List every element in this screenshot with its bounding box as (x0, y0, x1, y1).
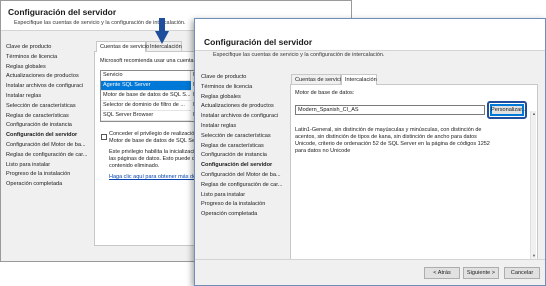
back-step-item[interactable]: Configuración del Motor de ba... (6, 141, 94, 151)
back-step-item[interactable]: Selección de características (6, 102, 94, 112)
service-row[interactable]: Motor de base de datos de SQL S... (101, 91, 191, 101)
front-tab-panel: Motor de base de datos: Modern_Spanish_C… (290, 84, 538, 260)
back-tab-service-accounts[interactable]: Cuentas de servicio (96, 41, 149, 52)
back-step-item[interactable]: Clave de producto (6, 43, 94, 53)
back-step-item[interactable]: Reglas globales (6, 63, 94, 73)
collation-desc-line1: Latin1-General, sin distinción de mayúsc… (295, 127, 482, 133)
collation-scrollbar[interactable]: ▲ ▼ (530, 111, 536, 259)
back-step-item[interactable]: Listo para instalar (6, 161, 94, 171)
front-step-item[interactable]: Reglas globales (201, 93, 289, 103)
scroll-up-icon[interactable]: ▲ (531, 111, 537, 117)
service-row[interactable]: SQL Server Browser (101, 111, 191, 121)
front-tab-collation[interactable]: Intercalación (341, 74, 377, 85)
service-row-selected[interactable]: Agente SQL Server (101, 81, 191, 91)
back-step-item[interactable]: Instalar archivos de configuraci (6, 82, 94, 92)
front-step-item[interactable]: Operación completada (201, 210, 289, 220)
back-step-item[interactable]: Operación completada (6, 180, 94, 190)
down-arrow-icon (155, 18, 169, 44)
front-step-item[interactable]: Configuración de instancia (201, 151, 289, 161)
front-tab-service-accounts[interactable]: Cuentas de servicio (291, 74, 344, 84)
front-step-item[interactable]: Instalar archivos de configuraci (201, 112, 289, 122)
privilege-desc-line1: Este privilegio habilita la inicializaci… (109, 149, 201, 155)
front-step-item[interactable]: Selección de características (201, 132, 289, 142)
services-table-header[interactable]: Servicio (101, 71, 191, 81)
front-step-item[interactable]: Actualizaciones de productos (201, 102, 289, 112)
front-page-subtitle: Especifique las cuentas de servicio y la… (213, 52, 385, 58)
front-step-item[interactable]: Listo para instalar (201, 191, 289, 201)
front-step-item[interactable]: Configuración del Motor de ba... (201, 171, 289, 181)
collation-value-field: Modern_Spanish_CI_AS (295, 105, 485, 115)
back-step-item[interactable]: Instalar reglas (6, 92, 94, 102)
next-button[interactable]: Siguiente > (463, 267, 499, 279)
back-step-item[interactable]: Configuración de instancia (6, 121, 94, 131)
privilege-label-line1[interactable]: Conceder el privilegio de realización (109, 131, 197, 138)
back-step-item-current[interactable]: Configuración del servidor (6, 131, 94, 141)
back-step-item[interactable]: Reglas de configuración de car... (6, 151, 94, 161)
service-row[interactable]: Selector de dominio de filtro de ... (101, 101, 191, 111)
front-page-title: Configuración del servidor (204, 37, 313, 47)
back-step-item[interactable]: Términos de licencia (6, 53, 94, 63)
front-step-item[interactable]: Progreso de la instalación (201, 200, 289, 210)
back-steps-list: Clave de producto Términos de licencia R… (6, 43, 94, 190)
front-footer: < Atrás Siguiente > Cancelar (195, 259, 545, 285)
db-engine-label: Motor de base de datos: (295, 90, 355, 96)
cancel-button[interactable]: Cancelar (504, 267, 540, 279)
back-step-item[interactable]: Progreso de la instalación (6, 170, 94, 180)
collation-desc-line3: Unicode, criterio de ordenación 52 de SQ… (295, 141, 490, 147)
collation-desc-line2: acentos, sin distinción de tipos de kana… (295, 134, 477, 140)
front-step-item[interactable]: Reglas de configuración de car... (201, 181, 289, 191)
collation-desc-line4: para datos no Unicode (295, 148, 351, 154)
front-setup-window: Configuración del servidor Especifique l… (194, 18, 546, 286)
help-link[interactable]: Haga clic aquí para obtener más deta (109, 174, 201, 181)
back-button[interactable]: < Atrás (424, 267, 460, 279)
privilege-label-line2[interactable]: Motor de base de datos de SQL Server (109, 138, 205, 145)
front-steps-list: Clave de producto Términos de licencia R… (201, 73, 289, 220)
front-step-item[interactable]: Términos de licencia (201, 83, 289, 93)
privilege-desc-line3: contenido eliminado. (109, 163, 160, 169)
back-recommend-text: Microsoft recomienda usar una cuenta (100, 58, 194, 64)
front-step-item[interactable]: Reglas de características (201, 142, 289, 152)
front-step-item[interactable]: Instalar reglas (201, 122, 289, 132)
customize-button[interactable]: Personalizar... (490, 104, 526, 116)
front-step-item-current[interactable]: Configuración del servidor (201, 161, 289, 171)
front-header: Configuración del servidor Especifique l… (195, 19, 545, 58)
back-step-item[interactable]: Actualizaciones de productos (6, 72, 94, 82)
privilege-checkbox[interactable] (101, 134, 107, 140)
front-step-item[interactable]: Clave de producto (201, 73, 289, 83)
back-page-title: Configuración del servidor (8, 7, 117, 17)
privilege-desc-line2: las páginas de datos. Esto puede cond (109, 156, 204, 162)
back-step-item[interactable]: Reglas de características (6, 112, 94, 122)
